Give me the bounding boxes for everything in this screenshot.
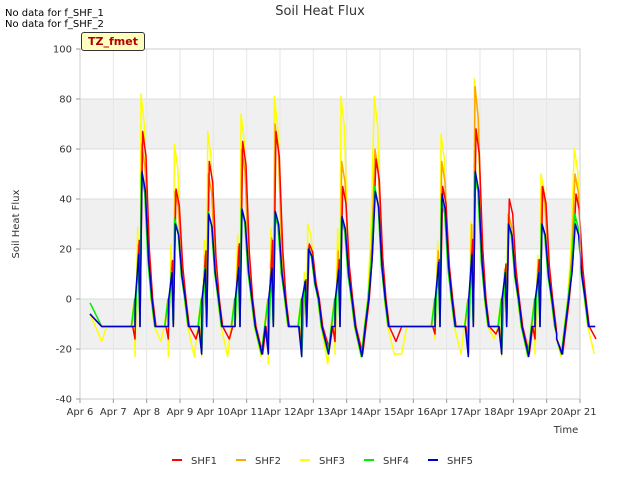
x-tick-label: Apr 17 xyxy=(430,407,463,418)
x-tick-label: Apr 6 xyxy=(67,407,94,418)
y-tick-label: -20 xyxy=(56,345,72,356)
y-axis-label: Soil Heat Flux xyxy=(11,189,22,258)
plot-band xyxy=(80,99,580,149)
x-tick-label: Apr 8 xyxy=(133,407,160,418)
x-tick-label: Apr 12 xyxy=(263,407,296,418)
x-tick-label: Apr 7 xyxy=(100,407,127,418)
y-tick-label: 80 xyxy=(59,95,72,106)
x-tick-label: Apr 13 xyxy=(297,407,330,418)
x-tick-label: Apr 16 xyxy=(397,407,430,418)
legend-label-shf5: SHF5 xyxy=(447,456,473,467)
x-tick-label: Apr 21 xyxy=(563,407,596,418)
legend-label-shf3: SHF3 xyxy=(319,456,345,467)
legend-label-shf4: SHF4 xyxy=(383,456,409,467)
y-tick-label: 40 xyxy=(59,195,72,206)
y-tick-label: 20 xyxy=(59,245,72,256)
x-tick-label: Apr 10 xyxy=(197,407,230,418)
y-tick-label: -40 xyxy=(56,395,72,406)
x-tick-label: Apr 14 xyxy=(330,407,363,418)
tz-fmet-badge: TZ_fmet xyxy=(81,32,145,51)
chart-title: Soil Heat Flux xyxy=(275,4,365,19)
x-axis-label: Time xyxy=(553,425,578,436)
legend-label-shf1: SHF1 xyxy=(191,456,217,467)
legend-label-shf2: SHF2 xyxy=(255,456,281,467)
y-tick-label: 60 xyxy=(59,145,72,156)
x-tick-label: Apr 15 xyxy=(363,407,396,418)
y-tick-label: 0 xyxy=(66,295,72,306)
soil-heat-flux-chart: Soil Heat Flux -40 -20 0 20 40 60 80 100 Apr 6 Ap… xyxy=(11,4,597,467)
x-tick-label: Apr 18 xyxy=(463,407,496,418)
x-tick-label: Apr 20 xyxy=(530,407,563,418)
x-tick-label: Apr 9 xyxy=(167,407,194,418)
x-tick-label: Apr 11 xyxy=(230,407,263,418)
plot-band xyxy=(80,199,580,249)
x-tick-label: Apr 19 xyxy=(497,407,530,418)
y-tick-label: 100 xyxy=(53,45,72,56)
